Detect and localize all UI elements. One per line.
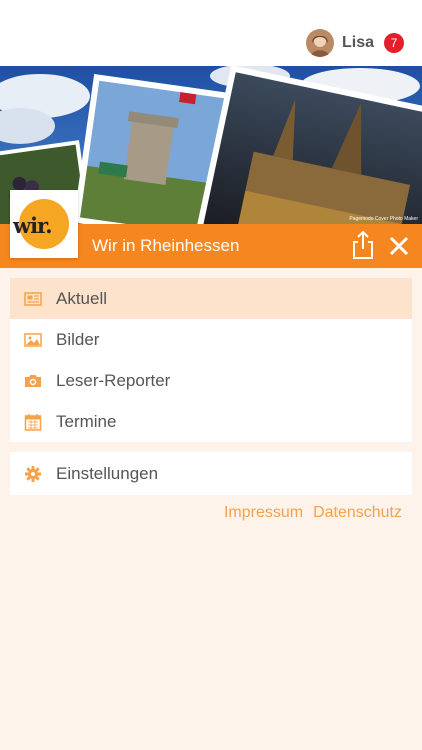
menu-item-leser-reporter[interactable]: Leser-Reporter: [10, 360, 412, 401]
logo-text: wir.: [13, 213, 53, 238]
banner-watermark: Pagemodo Cover Photo Maker: [349, 216, 418, 222]
datenschutz-link[interactable]: Datenschutz: [313, 504, 402, 522]
top-bar: Lisa 7: [0, 0, 422, 66]
close-icon: [389, 236, 409, 256]
settings-card: Einstellungen: [10, 452, 412, 495]
menu-item-aktuell[interactable]: Aktuell: [10, 278, 412, 319]
app-logo: wir.: [10, 190, 78, 258]
camera-icon: [25, 374, 41, 387]
footer-links: Impressum Datenschutz: [214, 504, 402, 522]
user-name[interactable]: Lisa: [342, 34, 374, 52]
page-title: Wir in Rheinhessen: [92, 236, 240, 255]
notification-badge[interactable]: 7: [384, 33, 404, 53]
menu-item-bilder[interactable]: Bilder: [10, 319, 412, 360]
menu-item-termine[interactable]: Termine: [10, 401, 412, 442]
image-icon: [24, 332, 42, 347]
calendar-icon: [24, 413, 42, 431]
menu-label: Leser-Reporter: [56, 370, 171, 390]
main-menu: Aktuell Bilder Leser-Reporter Termine: [10, 278, 412, 442]
close-button[interactable]: [386, 233, 412, 259]
share-button[interactable]: [350, 230, 376, 260]
menu-item-einstellungen[interactable]: Einstellungen: [10, 453, 412, 494]
menu-label: Bilder: [56, 329, 100, 349]
avatar[interactable]: [305, 29, 334, 57]
impressum-link[interactable]: Impressum: [224, 504, 303, 522]
share-icon: [353, 230, 373, 259]
gear-icon: [25, 465, 41, 482]
menu-label: Aktuell: [56, 288, 108, 308]
user-profile[interactable]: Lisa 7: [305, 28, 404, 58]
menu-label: Termine: [56, 411, 117, 431]
newspaper-icon: [24, 291, 42, 306]
menu-label: Einstellungen: [56, 463, 159, 483]
